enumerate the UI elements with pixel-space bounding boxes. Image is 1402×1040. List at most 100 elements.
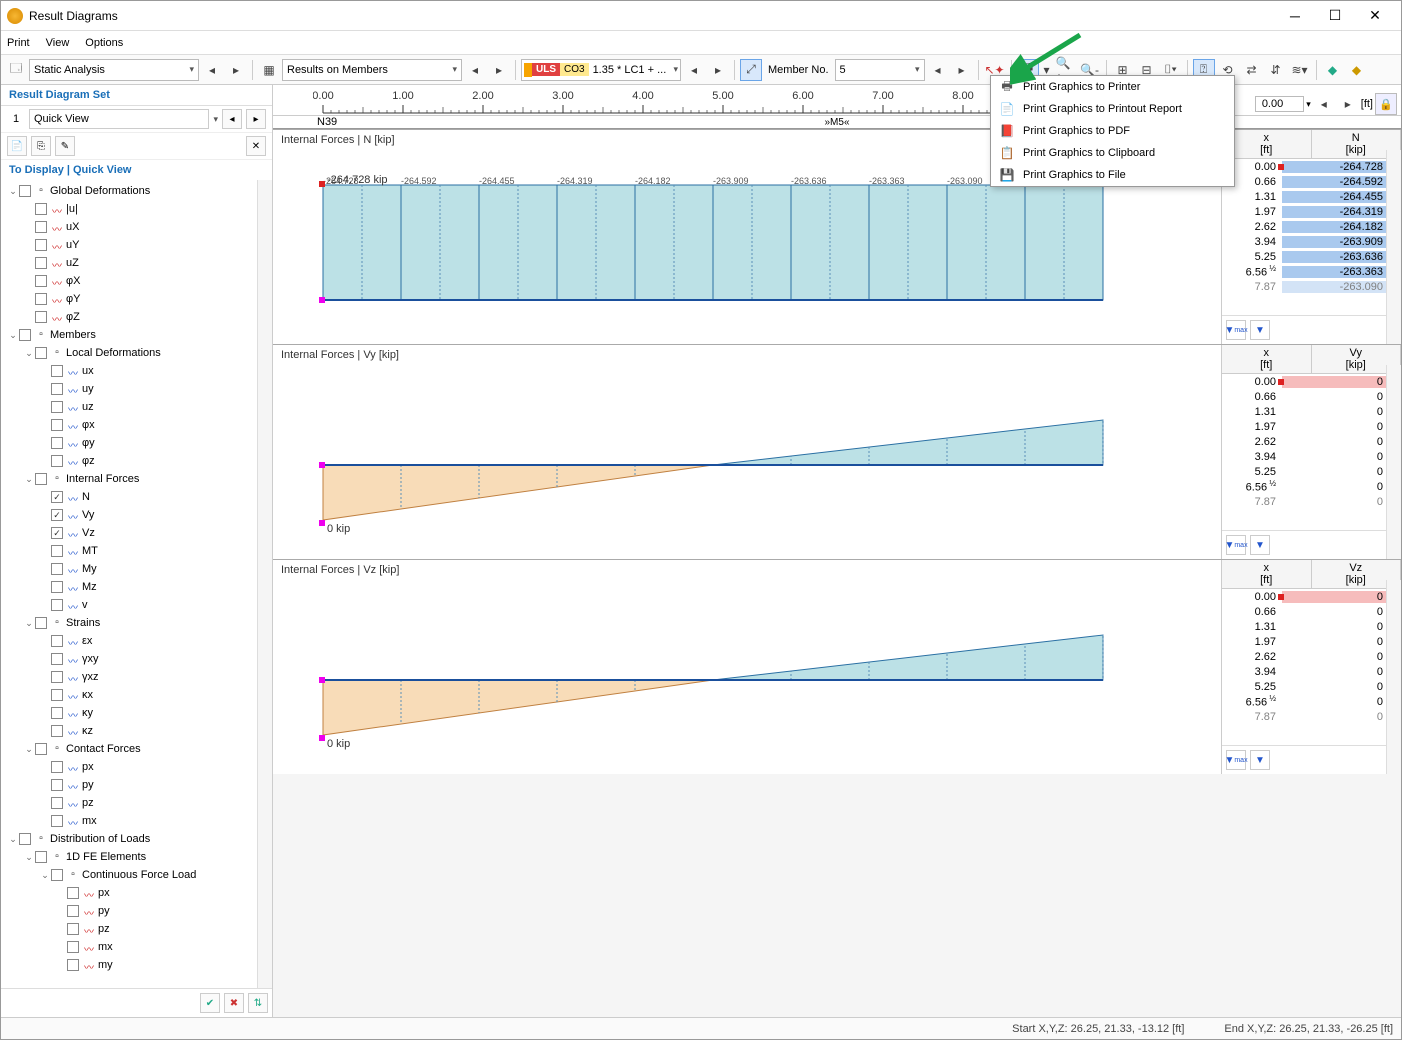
data-row[interactable]: 1.31-264.455 <box>1222 189 1401 204</box>
tree-node[interactable]: 〰φZ <box>1 308 272 326</box>
data-row[interactable]: 7.87-263.090 <box>1222 279 1401 294</box>
tool-i-icon[interactable]: ◆ <box>1322 59 1344 81</box>
tree-node[interactable]: ⌄▫Distribution of Loads <box>1 830 272 848</box>
print-menu-item[interactable]: 💾Print Graphics to File <box>991 164 1234 186</box>
tree-node[interactable]: 〰κx <box>1 686 272 704</box>
tree-node[interactable]: 〰ux <box>1 362 272 380</box>
tree-node[interactable]: 〰uY <box>1 236 272 254</box>
minimize-button[interactable]: ─ <box>1275 2 1315 30</box>
tree-node[interactable]: ✓〰Vz <box>1 524 272 542</box>
data-row[interactable]: 1.310 <box>1222 619 1401 634</box>
data-row[interactable]: 5.250 <box>1222 679 1401 694</box>
maximize-button[interactable]: ☐ <box>1315 2 1355 30</box>
data-row[interactable]: 2.620 <box>1222 649 1401 664</box>
lock-icon[interactable]: 🔒 <box>1375 93 1397 115</box>
tree-node[interactable]: 〰φz <box>1 452 272 470</box>
member-next[interactable]: ▸ <box>951 59 973 81</box>
data-row[interactable]: 0.660 <box>1222 389 1401 404</box>
tree-node[interactable]: ⌄▫1D FE Elements <box>1 848 272 866</box>
tool-j-icon[interactable]: ◆ <box>1346 59 1368 81</box>
data-row[interactable]: 7.870 <box>1222 709 1401 724</box>
close-button[interactable]: ✕ <box>1355 2 1395 30</box>
tree-node[interactable]: 〰φx <box>1 416 272 434</box>
print-menu-item[interactable]: 📕Print Graphics to PDF <box>991 120 1234 142</box>
tree-node[interactable]: ⌄▫Members <box>1 326 272 344</box>
unit-next[interactable]: ▸ <box>1337 93 1359 115</box>
member-prev[interactable]: ◂ <box>927 59 949 81</box>
filter-icon[interactable]: ▼ <box>1250 320 1270 340</box>
tree-node[interactable]: 〰uz <box>1 398 272 416</box>
tree-node[interactable]: ⌄▫Contact Forces <box>1 740 272 758</box>
tree-node[interactable]: 〰φy <box>1 434 272 452</box>
data-row[interactable]: 3.94-263.909 <box>1222 234 1401 249</box>
edit-set-button[interactable]: ✎ <box>55 136 75 156</box>
lc-next[interactable]: ▸ <box>707 59 729 81</box>
data-row[interactable]: 0.00-264.728 <box>1222 159 1401 174</box>
data-row[interactable]: 2.62-264.182 <box>1222 219 1401 234</box>
tree-foot-uncheck[interactable]: ✖ <box>224 993 244 1013</box>
filter-icon[interactable]: ▼ <box>1250 750 1270 770</box>
menu-options[interactable]: Options <box>85 37 123 49</box>
tree-node[interactable]: 〰Mz <box>1 578 272 596</box>
tree-node[interactable]: 〰φY <box>1 290 272 308</box>
data-row[interactable]: 0.660 <box>1222 604 1401 619</box>
tree-node[interactable]: 〰γxz <box>1 668 272 686</box>
tree-node[interactable]: 〰MT <box>1 542 272 560</box>
lc-prev[interactable]: ◂ <box>683 59 705 81</box>
set-prev[interactable]: ◂ <box>222 109 242 129</box>
data-row[interactable]: 2.620 <box>1222 434 1401 449</box>
tree-node[interactable]: ✓〰Vy <box>1 506 272 524</box>
print-menu-item[interactable]: 📋Print Graphics to Clipboard <box>991 142 1234 164</box>
data-row[interactable]: 3.940 <box>1222 449 1401 464</box>
filter-max-icon[interactable]: ▼max <box>1226 535 1246 555</box>
analysis-next[interactable]: ▸ <box>225 59 247 81</box>
menu-print[interactable]: Print <box>7 37 30 49</box>
results-on-combo[interactable]: Results on Members▾ <box>282 59 462 81</box>
data-row[interactable]: 1.970 <box>1222 419 1401 434</box>
tree-node[interactable]: 〰px <box>1 884 272 902</box>
tool-f-icon[interactable]: ⇄ <box>1241 59 1263 81</box>
data-row[interactable]: 5.25-263.636 <box>1222 249 1401 264</box>
copy-set-button[interactable]: ⎘ <box>31 136 51 156</box>
tree-node[interactable]: 〰uZ <box>1 254 272 272</box>
data-row[interactable]: 0.000 <box>1222 589 1401 604</box>
tree-node[interactable]: 〰φX <box>1 272 272 290</box>
data-row[interactable]: 3.940 <box>1222 664 1401 679</box>
tree[interactable]: ⌄▫Global Deformations〰|u|〰uX〰uY〰uZ〰φX〰φY… <box>1 180 272 988</box>
data-row[interactable]: 1.310 <box>1222 404 1401 419</box>
data-row[interactable]: 0.000 <box>1222 374 1401 389</box>
filter-max-icon[interactable]: ▼max <box>1226 750 1246 770</box>
tree-node[interactable]: 〰|u| <box>1 200 272 218</box>
tree-node[interactable]: ✓〰N <box>1 488 272 506</box>
filter-icon[interactable]: ▼ <box>1250 535 1270 555</box>
tree-node[interactable]: 〰My <box>1 560 272 578</box>
unit-value[interactable]: 0.00 <box>1255 96 1304 112</box>
data-row[interactable]: 6.56 ½0 <box>1222 694 1401 709</box>
tool-g-icon[interactable]: ⇵ <box>1265 59 1287 81</box>
tree-node[interactable]: 〰mx <box>1 812 272 830</box>
member-no-combo[interactable]: 5▾ <box>835 59 925 81</box>
results-next[interactable]: ▸ <box>488 59 510 81</box>
data-row[interactable]: 7.870 <box>1222 494 1401 509</box>
analysis-combo[interactable]: Static Analysis▾ <box>29 59 199 81</box>
tree-node[interactable]: 〰κy <box>1 704 272 722</box>
data-row[interactable]: 6.56 ½0 <box>1222 479 1401 494</box>
tree-node[interactable]: 〰py <box>1 902 272 920</box>
analysis-prev[interactable]: ◂ <box>201 59 223 81</box>
tree-node[interactable]: 〰γxy <box>1 650 272 668</box>
unit-prev[interactable]: ◂ <box>1313 93 1335 115</box>
delete-set-button[interactable]: ✕ <box>246 136 266 156</box>
tree-node[interactable]: ⌄▫Local Deformations <box>1 344 272 362</box>
loadcase-combo[interactable]: ULS CO3 1.35 * LC1 + ... ▾ <box>521 59 681 81</box>
tree-foot-check[interactable]: ✔ <box>200 993 220 1013</box>
filter-max-icon[interactable]: ▼max <box>1226 320 1246 340</box>
tree-node[interactable]: 〰py <box>1 776 272 794</box>
tree-node[interactable]: 〰mx <box>1 938 272 956</box>
tree-node[interactable]: ⌄▫Internal Forces <box>1 470 272 488</box>
data-row[interactable]: 0.66-264.592 <box>1222 174 1401 189</box>
tree-node[interactable]: 〰pz <box>1 794 272 812</box>
tree-node[interactable]: 〰my <box>1 956 272 974</box>
set-name-input[interactable] <box>29 109 209 129</box>
tree-node[interactable]: ⌄▫Global Deformations <box>1 182 272 200</box>
tree-node[interactable]: 〰pz <box>1 920 272 938</box>
